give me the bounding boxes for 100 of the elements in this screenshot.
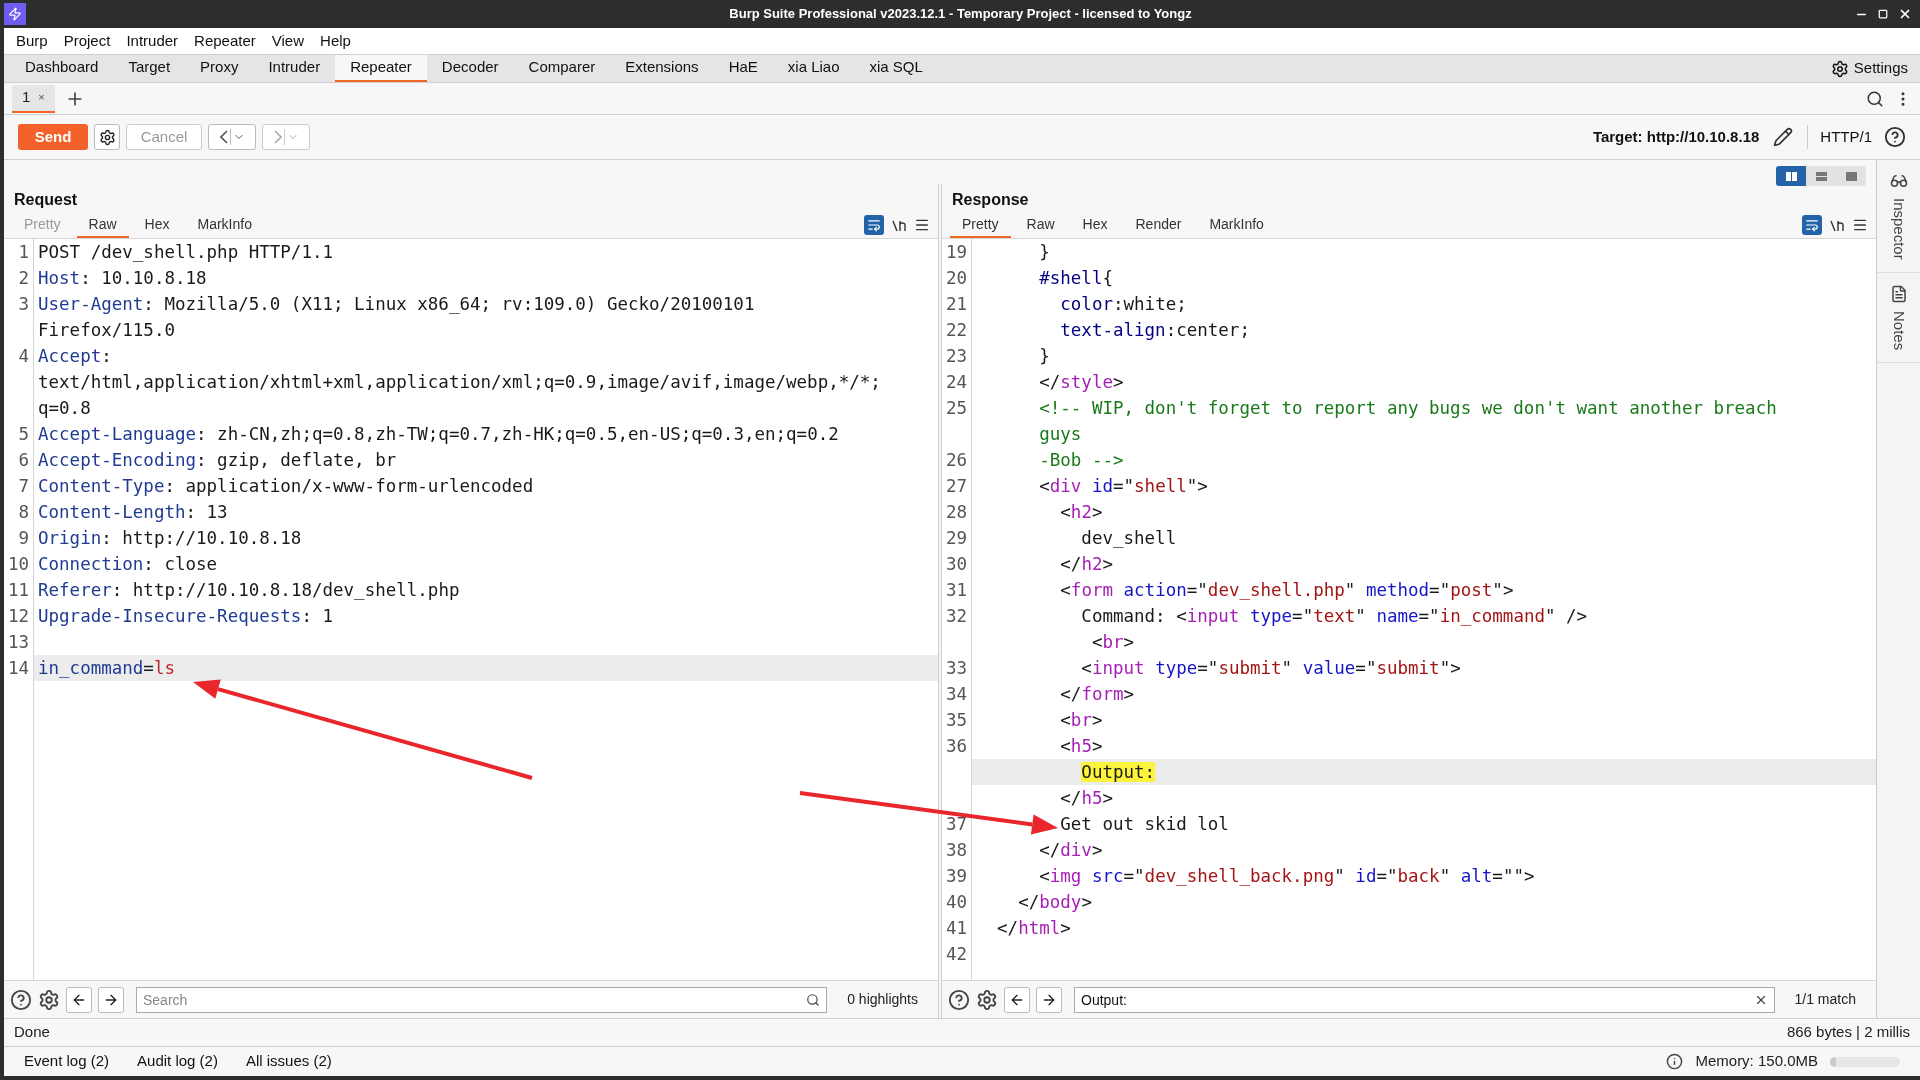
side-panel-tab[interactable]: Inspector — [1877, 160, 1920, 273]
line-number: 23 — [945, 344, 967, 368]
search-field[interactable]: Search — [136, 986, 828, 1013]
line-number: 40 — [945, 890, 967, 914]
panel-title: Request — [14, 190, 78, 210]
code-line: </style> — [1038, 370, 1124, 394]
line-number: 38 — [945, 838, 967, 862]
line-number: 10 — [7, 552, 29, 576]
line-number: 41 — [945, 916, 967, 940]
menu-item[interactable]: Help — [312, 29, 359, 53]
line-number: 12 — [7, 604, 29, 628]
code-line: <!-- WIP, don't forget to report any bugs we don't want another breach — [1038, 396, 1777, 420]
code-line: Origin: http://10.10.8.18 — [37, 526, 302, 550]
code-line: <div id="shell"> — [1038, 474, 1208, 498]
line-number: 3 — [18, 292, 29, 316]
menu-item[interactable]: Intruder — [118, 29, 187, 53]
line-number: 30 — [945, 552, 967, 576]
request-tab[interactable]: 1 × — [12, 84, 55, 113]
side-panel-tab[interactable]: Notes — [1877, 272, 1920, 363]
line-number: 31 — [945, 578, 967, 602]
code-line: guys — [1038, 422, 1082, 446]
view-tab[interactable]: MarkInfo — [1197, 212, 1276, 238]
code-line: Accept-Language: zh-CN,zh;q=0.8,zh-TW;q=0.7,zh-HK;q=0.5,en-US;q=0.3,en;q=0.2 — [37, 422, 839, 446]
line-number: 2 — [18, 266, 29, 290]
code-line: q=0.8 — [37, 396, 91, 420]
line-number: 9 — [18, 526, 29, 550]
protocol-label: HTTP/1 — [1819, 126, 1873, 147]
line-number: 36 — [945, 734, 967, 758]
tool-tab[interactable]: Proxy — [185, 55, 254, 82]
settings-button[interactable]: Settings — [1818, 55, 1920, 82]
line-number: 37 — [945, 812, 967, 836]
line-number: 5 — [18, 422, 29, 446]
line-number: 20 — [945, 266, 967, 290]
tool-tab[interactable]: Comparer — [513, 55, 611, 82]
tool-tab[interactable]: Dashboard — [10, 55, 114, 82]
response-stats: 866 bytes | 2 millis — [1786, 1022, 1910, 1043]
menu-item[interactable]: Burp — [8, 29, 56, 53]
code-line: #shell{ — [1038, 266, 1113, 290]
line-number: 21 — [945, 292, 967, 316]
code-line: <br> — [1090, 630, 1135, 654]
code-line: <form action="dev_shell.php" method="post"> — [1059, 578, 1514, 602]
search-result-count: 1/1 match — [1793, 990, 1857, 1009]
log-tab[interactable]: Event log (2) — [12, 1050, 122, 1073]
view-tab[interactable]: Raw — [1014, 212, 1067, 238]
line-number: 11 — [7, 578, 29, 602]
line-number: 7 — [18, 474, 29, 498]
tool-tab[interactable]: Target — [113, 55, 186, 82]
code-line: color:white; — [1059, 292, 1187, 316]
code-line: POST /dev_shell.php HTTP/1.1 — [37, 240, 333, 264]
line-number: 35 — [945, 708, 967, 732]
menu-item[interactable]: Project — [55, 29, 119, 53]
code-line: </div> — [1038, 838, 1103, 862]
code-line: Content-Type: application/x-www-form-urlencoded — [37, 474, 534, 498]
tool-tab[interactable]: xia Liao — [772, 55, 855, 82]
code-line: Get out skid lol — [1059, 812, 1229, 836]
code-line: Connection: close — [37, 552, 218, 576]
code-line: } — [1038, 344, 1050, 368]
view-tab[interactable]: Hex — [132, 212, 182, 238]
status-text: Done — [14, 1022, 50, 1043]
line-number: 34 — [945, 682, 967, 706]
log-tab[interactable]: Audit log (2) — [125, 1050, 230, 1073]
line-number: 32 — [945, 604, 967, 628]
code-line: Host: 10.10.8.18 — [37, 266, 207, 290]
tool-tab[interactable]: HaE — [713, 55, 773, 82]
code-line: text/html,application/xhtml+xml,application/xml;q=0.9,image/avif,image/webp,*/*; — [37, 370, 881, 394]
panel-title: Response — [952, 190, 1029, 210]
code-line: text-align:center; — [1059, 318, 1250, 342]
line-number: 6 — [18, 448, 29, 472]
code-line: <br> — [1059, 708, 1103, 732]
code-line: </form> — [1059, 682, 1135, 706]
window-title: Burp Suite Professional v2023.12.1 - Temporary Project - licensed to Yongz — [729, 5, 1192, 24]
tool-tab[interactable]: Intruder — [253, 55, 336, 82]
code-line: -Bob --> — [1038, 448, 1124, 472]
code-line: Upgrade-Insecure-Requests: 1 — [37, 604, 333, 628]
code-line: } — [1038, 240, 1050, 264]
memory-label: Memory: 150.0MB — [1694, 1051, 1819, 1072]
code-line: User-Agent: Mozilla/5.0 (X11; Linux x86_64; rv:109.0) Gecko/20100101 — [37, 292, 755, 316]
line-number: 22 — [945, 318, 967, 342]
line-number: 24 — [945, 370, 967, 394]
menu-item[interactable]: Repeater — [186, 29, 264, 53]
line-number: 1 — [18, 240, 29, 264]
line-number: 26 — [945, 448, 967, 472]
tool-tab[interactable]: Extensions — [610, 55, 714, 82]
search-field[interactable]: Output: — [1074, 986, 1775, 1013]
code-line: Referer: http://10.10.8.18/dev_shell.php — [37, 578, 460, 602]
view-tab[interactable]: Hex — [1070, 212, 1120, 238]
code-line: dev_shell — [1080, 526, 1177, 550]
tool-tab[interactable]: Repeater — [335, 55, 427, 82]
line-number: 25 — [945, 396, 967, 420]
tool-tab[interactable]: Decoder — [426, 55, 514, 82]
code-line: </body> — [1017, 890, 1092, 914]
view-tab[interactable]: Render — [1123, 212, 1194, 238]
view-tab[interactable]: MarkInfo — [185, 212, 264, 238]
menu-item[interactable]: View — [263, 29, 313, 53]
log-tab[interactable]: All issues (2) — [233, 1050, 344, 1073]
code-line: Content-Length: 13 — [37, 500, 228, 524]
code-line: Firefox/115.0 — [37, 318, 175, 342]
tool-tab[interactable]: xia SQL — [854, 55, 938, 82]
line-number: 33 — [945, 656, 967, 680]
search-result-count: 0 highlights — [846, 990, 919, 1009]
